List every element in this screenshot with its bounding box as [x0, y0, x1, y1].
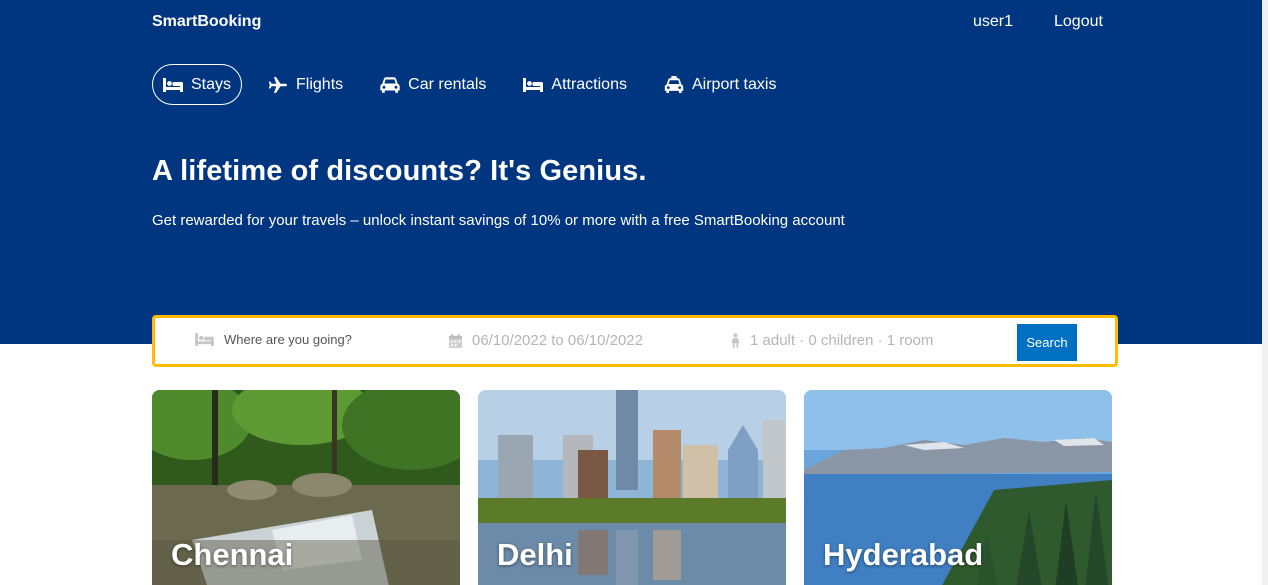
nav-item-label: Flights: [296, 75, 344, 93]
taxi-icon: [664, 75, 684, 94]
guests-selector[interactable]: 1 adult · 0 children · 1 room: [731, 332, 933, 349]
city-card-delhi[interactable]: Delhi: [478, 390, 786, 585]
username-label: user1: [973, 13, 1014, 30]
date-range-text: 06/10/2022 to 06/10/2022: [472, 332, 643, 349]
nav-item-airport-taxis[interactable]: Airport taxis: [653, 64, 787, 105]
hero-headline: A lifetime of discounts? It's Genius.: [152, 155, 647, 187]
city-name: Hyderabad: [823, 537, 984, 572]
bed-icon: [523, 76, 544, 94]
nav-item-flights[interactable]: Flights: [257, 64, 354, 105]
destination-field: [195, 332, 424, 347]
scrollbar[interactable]: [1262, 0, 1268, 585]
logout-button[interactable]: Logout: [1054, 13, 1103, 31]
brand-logo[interactable]: SmartBooking: [152, 13, 261, 31]
search-button[interactable]: Search: [1017, 324, 1077, 361]
hero-subline: Get rewarded for your travels – unlock i…: [152, 212, 845, 229]
destination-input[interactable]: [224, 332, 424, 347]
search-bar: 06/10/2022 to 06/10/2022 1 adult · 0 chi…: [152, 315, 1118, 367]
nav-item-label: Airport taxis: [691, 75, 777, 93]
nav-item-car-rentals[interactable]: Car rentals: [369, 64, 497, 105]
nav-item-label: Stays: [191, 75, 232, 93]
nav-item-attractions[interactable]: Attractions: [512, 64, 638, 105]
hero-banner: SmartBooking user1 Logout Stays Flights …: [0, 0, 1268, 344]
category-nav: Stays Flights Car rentals Attractions Ai…: [152, 64, 802, 105]
person-icon: [731, 333, 740, 348]
nav-item-stays[interactable]: Stays: [152, 64, 243, 105]
city-name: Delhi: [497, 537, 573, 572]
bed-icon: [163, 76, 183, 94]
nav-item-label: Attractions: [551, 75, 627, 93]
car-icon: [380, 76, 400, 94]
city-card-chennai[interactable]: Chennai: [152, 390, 460, 585]
bed-icon: [195, 333, 214, 346]
city-card-hyderabad[interactable]: Hyderabad: [804, 390, 1112, 585]
guests-text: 1 adult · 0 children · 1 room: [750, 332, 934, 349]
plane-icon: [268, 76, 288, 94]
date-picker[interactable]: 06/10/2022 to 06/10/2022: [449, 332, 643, 349]
city-name: Chennai: [171, 537, 294, 572]
nav-item-label: Car rentals: [408, 75, 487, 93]
calendar-icon: [449, 333, 462, 348]
